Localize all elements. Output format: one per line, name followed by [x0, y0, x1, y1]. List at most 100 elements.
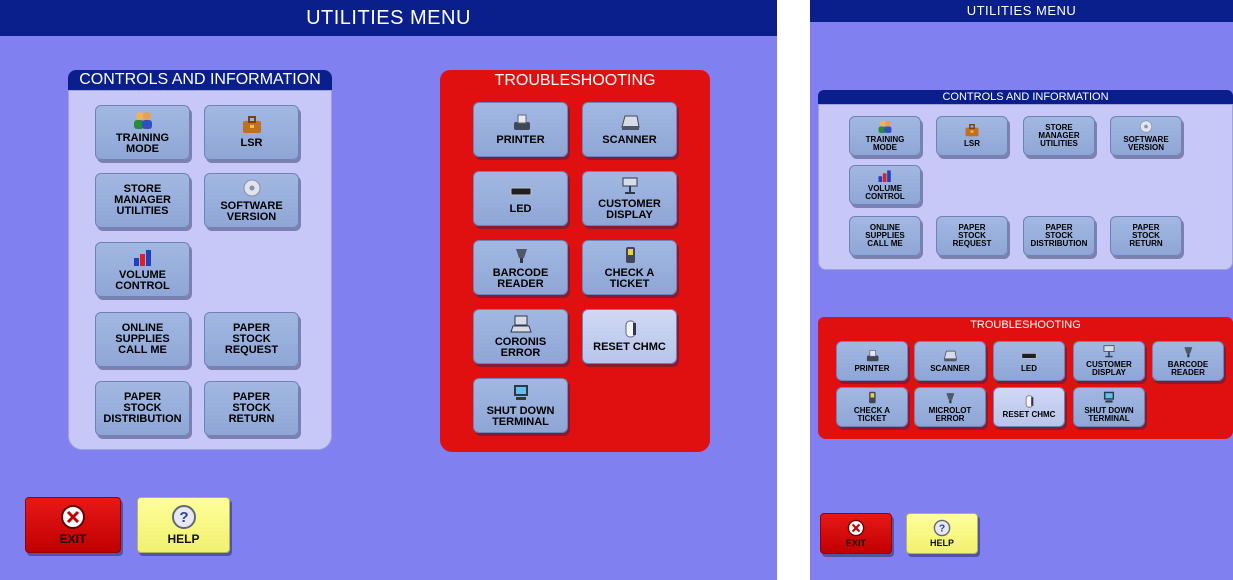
button-label: VOLUME CONTROL — [115, 268, 170, 292]
bar-chart-icon — [133, 249, 151, 266]
led-button[interactable]: LED — [993, 341, 1065, 381]
help-button[interactable]: ? HELP — [137, 497, 230, 553]
led-icon — [1021, 352, 1037, 359]
scanner-button[interactable]: SCANNER — [914, 341, 986, 381]
barcode-reader-icon — [946, 393, 955, 404]
controls-panel-header: CONTROLS AND INFORMATION — [818, 90, 1233, 104]
button-label: PAPER STOCK REQUEST — [224, 322, 279, 356]
terminal-icon — [509, 315, 532, 332]
button-label: PAPER STOCK RETURN — [1129, 223, 1163, 248]
exit-button[interactable]: EXIT — [820, 513, 892, 554]
shut-down-terminal-button[interactable]: SHUT DOWN TERMINAL — [473, 378, 568, 433]
computer-icon — [513, 384, 528, 400]
chmc-device-icon — [625, 320, 636, 338]
button-label: LED — [509, 203, 532, 215]
training-mode-button[interactable]: TRAINING MODE — [95, 105, 190, 160]
store-manager-utilities-button[interactable]: STORE MANAGER UTILITIES — [1023, 116, 1095, 156]
utilities-screen-small: UTILITIES MENU CONTROLS AND INFORMATION … — [810, 0, 1233, 580]
briefcase-icon — [965, 124, 979, 137]
briefcase-icon — [242, 116, 261, 133]
controls-panel-header: CONTROLS AND INFORMATION — [68, 70, 332, 90]
button-label: SHUT DOWN TERMINAL — [1084, 406, 1134, 423]
monitor-icon — [622, 177, 637, 194]
button-label: PRINTER — [854, 364, 890, 373]
troubleshooting-panel-header: TROUBLESHOOTING — [440, 70, 710, 92]
paper-stock-distribution-button[interactable]: PAPER STOCK DISTRIBUTION — [1023, 216, 1095, 256]
lsr-button[interactable]: LSR — [936, 116, 1008, 156]
title-bar: UTILITIES MENU — [810, 0, 1233, 22]
svg-text:?: ? — [939, 523, 945, 534]
volume-control-button[interactable]: VOLUME CONTROL — [849, 165, 921, 205]
help-button[interactable]: ? HELP — [906, 513, 978, 554]
button-label: SCANNER — [930, 364, 970, 373]
customer-display-button[interactable]: CUSTOMER DISPLAY — [582, 171, 677, 226]
button-label: LSR — [964, 139, 980, 148]
help-label: HELP — [929, 538, 954, 548]
software-version-button[interactable]: SOFTWARE VERSION — [1110, 116, 1182, 156]
people-icon — [878, 120, 892, 133]
check-a-ticket-button[interactable]: CHECK A TICKET — [582, 240, 677, 295]
led-button[interactable]: LED — [473, 171, 568, 226]
button-label: ONLINE SUPPLIES CALL ME — [115, 322, 170, 356]
paper-stock-return-button[interactable]: PAPER STOCK RETURN — [204, 381, 299, 436]
printer-icon — [866, 350, 879, 362]
computer-icon — [1103, 391, 1115, 403]
led-icon — [510, 187, 531, 196]
reset-chmc-button[interactable]: RESET CHMC — [993, 387, 1065, 427]
button-label: ONLINE SUPPLIES CALL ME — [865, 223, 905, 248]
button-label: RESET CHMC — [593, 341, 666, 353]
button-label: MICROLOT ERROR — [928, 406, 972, 423]
exit-label: EXIT — [59, 532, 87, 546]
microlot-error-button[interactable]: MICROLOT ERROR — [914, 387, 986, 427]
online-supplies-call-me-button[interactable]: ONLINE SUPPLIES CALL ME — [849, 216, 921, 256]
training-mode-button[interactable]: TRAINING MODE — [849, 116, 921, 156]
button-label: PAPER STOCK DISTRIBUTION — [103, 391, 182, 425]
printer-button[interactable]: PRINTER — [473, 102, 568, 157]
check-a-ticket-button[interactable]: CHECK A TICKET — [836, 387, 908, 427]
button-label: PRINTER — [496, 134, 545, 146]
paper-stock-request-button[interactable]: PAPER STOCK REQUEST — [204, 312, 299, 367]
scanner-button[interactable]: SCANNER — [582, 102, 677, 157]
coronis-error-button[interactable]: CORONIS ERROR — [473, 309, 568, 364]
ticket-checker-icon — [869, 391, 876, 404]
troubleshooting-panel-header: TROUBLESHOOTING — [818, 317, 1233, 333]
online-supplies-call-me-button[interactable]: ONLINE SUPPLIES CALL ME — [95, 312, 190, 367]
button-label: RESET CHMC — [1002, 410, 1056, 419]
button-label: STORE MANAGER UTILITIES — [1038, 123, 1080, 148]
people-icon — [133, 111, 152, 129]
lsr-button[interactable]: LSR — [204, 105, 299, 160]
controls-panel: CONTROLS AND INFORMATION TRAINING MODE L… — [818, 90, 1233, 270]
barcode-reader-button[interactable]: BARCODE READER — [1152, 341, 1224, 381]
help-icon: ? — [171, 505, 196, 529]
paper-stock-return-button[interactable]: PAPER STOCK RETURN — [1110, 216, 1182, 256]
button-label: SOFTWARE VERSION — [220, 199, 283, 223]
disc-icon — [243, 179, 260, 196]
paper-stock-request-button[interactable]: PAPER STOCK REQUEST — [936, 216, 1008, 256]
button-label: CHECK A TICKET — [604, 266, 655, 290]
button-label: CUSTOMER DISPLAY — [1086, 360, 1132, 377]
button-label: VOLUME CONTROL — [865, 184, 905, 201]
troubleshooting-panel: TROUBLESHOOTING PRINTER SCANNER LED CUST… — [440, 70, 710, 452]
barcode-reader-icon — [1184, 347, 1193, 358]
store-manager-utilities-button[interactable]: STORE MANAGER UTILITIES — [95, 173, 190, 228]
exit-button[interactable]: EXIT — [25, 497, 121, 553]
reset-chmc-button[interactable]: RESET CHMC — [582, 309, 677, 364]
volume-control-button[interactable]: VOLUME CONTROL — [95, 242, 190, 297]
button-label: LSR — [240, 137, 263, 149]
exit-label: EXIT — [845, 538, 866, 548]
button-label: TRAINING MODE — [115, 131, 170, 155]
customer-display-button[interactable]: CUSTOMER DISPLAY — [1073, 341, 1145, 381]
button-label: LED — [1021, 364, 1037, 373]
software-version-button[interactable]: SOFTWARE VERSION — [204, 173, 299, 228]
printer-button[interactable]: PRINTER — [836, 341, 908, 381]
utilities-screen-large: UTILITIES MENU CONTROLS AND INFORMATION … — [0, 0, 777, 580]
barcode-reader-icon — [515, 248, 527, 263]
paper-stock-distribution-button[interactable]: PAPER STOCK DISTRIBUTION — [95, 381, 190, 436]
button-label: STORE MANAGER UTILITIES — [114, 183, 171, 217]
barcode-reader-button[interactable]: BARCODE READER — [473, 240, 568, 295]
button-label: TRAINING MODE — [865, 135, 905, 152]
button-label: CORONIS ERROR — [494, 335, 547, 359]
bar-chart-icon — [878, 170, 891, 182]
shut-down-terminal-button[interactable]: SHUT DOWN TERMINAL — [1073, 387, 1145, 427]
button-label: SOFTWARE VERSION — [1123, 135, 1169, 152]
